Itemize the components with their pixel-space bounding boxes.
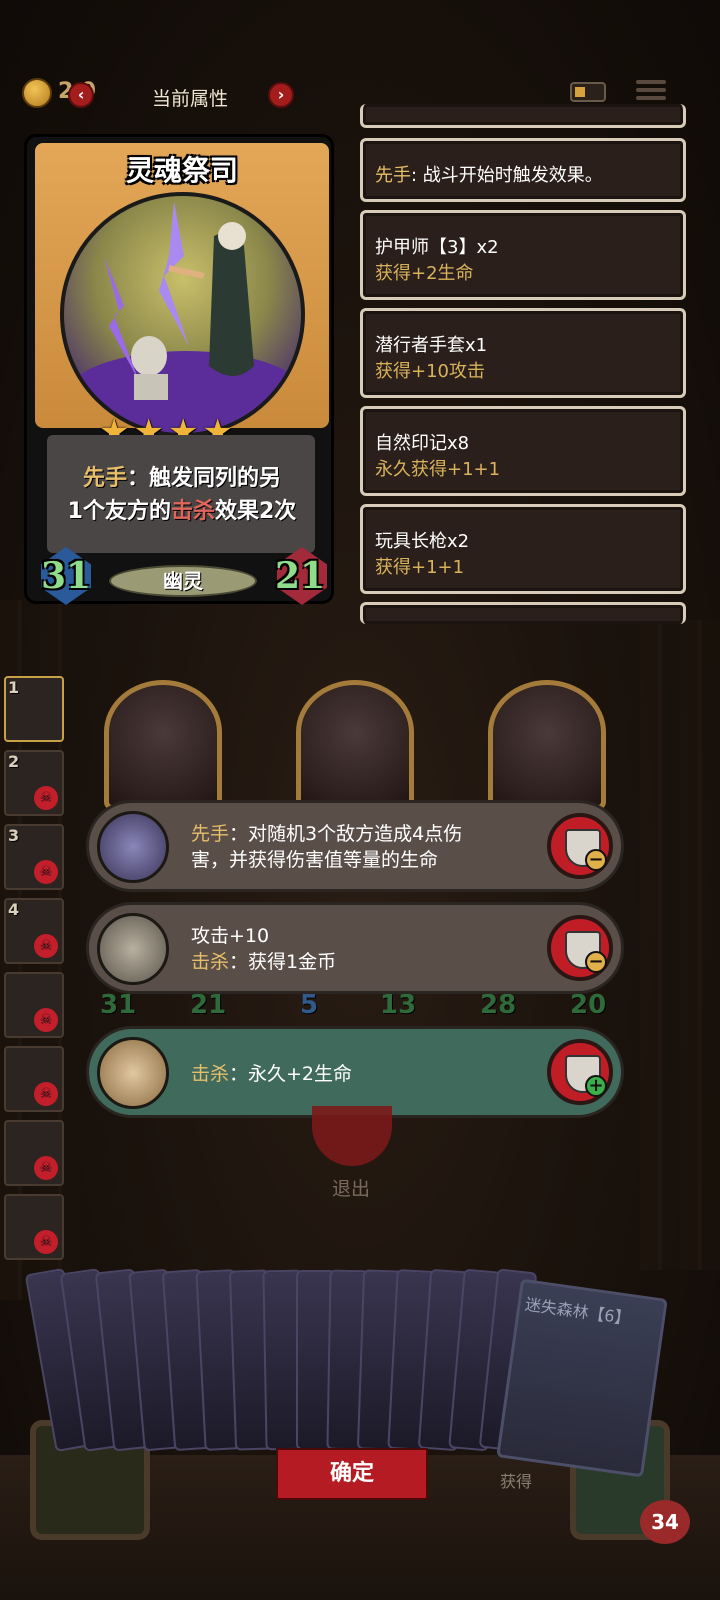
side-unit-slot[interactable]: 1 (4, 676, 64, 742)
card-name: 灵魂祭司 (125, 154, 238, 187)
exit-label[interactable]: 退出 (318, 1174, 384, 1201)
glove-icon (97, 913, 169, 985)
effect-row[interactable]: 攻击+10 击杀：获得1金币 − (86, 902, 624, 994)
partial-card-text: 获得 (500, 1472, 533, 1491)
side-unit-slot[interactable]: 2 ☠ (4, 750, 64, 816)
desc-line2-a: 1个友方的 (67, 499, 171, 524)
board-slot[interactable] (296, 680, 414, 810)
attr-text: : 战斗开始时触发效果。 (411, 165, 603, 186)
page-title: 当前属性 (151, 88, 228, 110)
side-unit-slot[interactable]: ☠ (4, 1046, 64, 1112)
attr-item-title: 先手: 战斗开始时触发效果。 (375, 161, 603, 187)
remove-effect-button[interactable]: − (547, 813, 613, 879)
side-slot-number: 2 (8, 752, 20, 771)
board-stat-health: 20 (570, 990, 607, 1020)
attr-item[interactable]: 玩具长枪x2 获得+1+1 (360, 504, 686, 594)
skull-icon: ☠ (34, 1156, 58, 1180)
card-description: 先手：触发同列的另 1个友方的击杀效果2次 (27, 462, 337, 528)
desc-line2-b: 效果2次 (215, 499, 297, 524)
remove-effect-button[interactable]: − (547, 915, 613, 981)
side-unit-slot[interactable]: 4 ☠ (4, 898, 64, 964)
minus-icon: − (585, 849, 607, 871)
effect-line1: ：永久+2生命 (229, 1063, 353, 1085)
desc-line1: ：触发同列的另 (127, 466, 282, 491)
effect-keyword: 击杀 (191, 1063, 230, 1085)
coin-icon (22, 78, 52, 108)
add-effect-button[interactable]: + (547, 1039, 613, 1105)
attr-item-sub: 永久获得+1+1 (375, 459, 501, 480)
board-stat-health: 21 (190, 990, 227, 1020)
effect-line1: ：对随机3个敌方造成4点伤 (229, 823, 463, 845)
attr-item-sub: 获得+10攻击 (375, 361, 485, 382)
character-card: 灵魂祭司 ★★★★ 先手：触发同列的另 1个友方的击杀效果2次 31 幽灵 21 (24, 134, 337, 605)
side-unit-slot[interactable]: 3 ☠ (4, 824, 64, 890)
soul-priest-art (66, 201, 301, 433)
effect-text: 先手：对随机3个敌方造成4点伤 害，并获得伤害值等量的生命 (191, 821, 462, 873)
attr-item-title: 潜行者手套x1 (375, 335, 488, 356)
prev-arrow-button[interactable]: ‹ (68, 82, 94, 108)
board-stat-attack: 31 (100, 990, 137, 1020)
skull-icon: ☠ (34, 860, 58, 884)
side-unit-slot[interactable]: ☠ (4, 1120, 64, 1186)
skull-icon: ☠ (34, 1230, 58, 1254)
attr-item[interactable]: 自然印记x8 永久获得+1+1 (360, 406, 686, 496)
attr-item-sub: 获得+2生命 (375, 263, 474, 284)
skull-icon: ☠ (34, 1082, 58, 1106)
desc-keyword-kill: 击杀 (170, 499, 215, 524)
skull-icon: ☠ (34, 786, 58, 810)
minus-icon: − (585, 951, 607, 973)
spirit-scythe-icon (97, 811, 169, 883)
effect-row[interactable]: 先手：对随机3个敌方造成4点伤 害，并获得伤害值等量的生命 − (86, 800, 624, 892)
effect-line1: 攻击+10 (191, 925, 270, 947)
side-unit-slot[interactable]: ☠ (4, 972, 64, 1038)
side-slot-number: 1 (8, 678, 20, 697)
next-arrow-button[interactable]: › (268, 82, 294, 108)
plus-icon: + (585, 1075, 607, 1097)
effect-keyword: 击杀 (191, 951, 230, 973)
effect-line2: 害，并获得伤害值等量的生命 (191, 849, 439, 871)
side-slot-number: 3 (8, 826, 20, 845)
effect-text: 击杀：永久+2生命 (191, 1061, 352, 1087)
attr-item-title: 玩具长枪x2 (375, 531, 470, 552)
battery-icon (570, 82, 606, 102)
attr-item[interactable]: 潜行者手套x1 获得+10攻击 (360, 308, 686, 398)
player-hp-badge: 34 (640, 1500, 690, 1544)
desc-keyword-first: 先手 (82, 466, 127, 491)
attr-keyword: 先手 (375, 165, 411, 186)
side-slot-number: 4 (8, 900, 20, 919)
card-health: 21 (275, 555, 326, 597)
board-slot[interactable] (104, 680, 222, 810)
effect-keyword: 先手 (191, 823, 230, 845)
toy-spear-icon (97, 1037, 169, 1109)
board-stat-health: 13 (380, 990, 417, 1020)
attr-item-title: 护甲师【3】x2 (375, 237, 499, 258)
attr-item-cut-bottom (360, 602, 686, 624)
attr-item[interactable]: 护甲师【3】x2 获得+2生命 (360, 210, 686, 300)
effect-row[interactable]: 击杀：永久+2生命 + (86, 1026, 624, 1118)
attr-item-cut-top (360, 104, 686, 128)
attr-item-title: 自然印记x8 (375, 433, 470, 454)
board-stat-attack: 28 (480, 990, 517, 1020)
board-stat-attack: 5 (300, 990, 319, 1020)
board-slot[interactable] (488, 680, 606, 810)
side-unit-slot[interactable]: ☠ (4, 1194, 64, 1260)
menu-icon[interactable] (636, 76, 666, 104)
skull-icon: ☠ (34, 934, 58, 958)
skull-icon: ☠ (34, 1008, 58, 1032)
card-attack: 31 (41, 555, 92, 597)
card-type: 幽灵 (109, 565, 257, 597)
attr-item[interactable]: 先手: 战斗开始时触发效果。 (360, 138, 686, 202)
effect-text: 攻击+10 击杀：获得1金币 (191, 923, 336, 975)
card-portrait (60, 192, 305, 437)
attr-item-sub: 获得+1+1 (375, 557, 465, 578)
confirm-button[interactable]: 确定 (276, 1448, 428, 1500)
effect-line2: ：获得1金币 (229, 951, 337, 973)
